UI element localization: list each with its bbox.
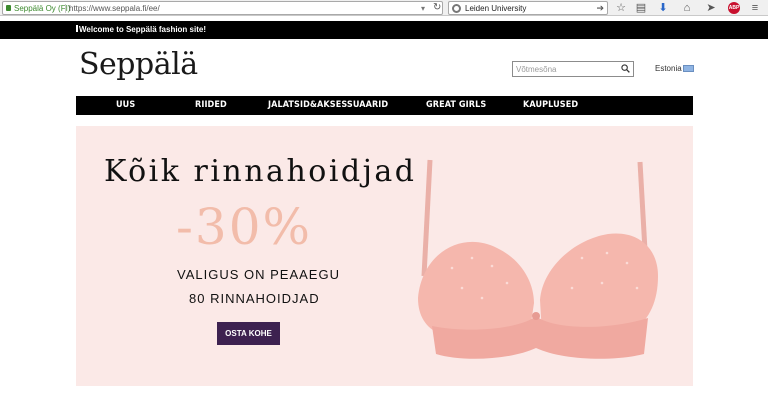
- discount-label: -30%: [176, 198, 313, 256]
- browser-search-text[interactable]: Leiden University: [465, 3, 526, 14]
- star-icon[interactable]: ☆: [614, 1, 628, 15]
- nav-item-great-girls[interactable]: GREAT GIRLS: [426, 96, 486, 115]
- send-icon[interactable]: ➤: [704, 1, 718, 15]
- nav-item-riided[interactable]: RIIDED: [195, 96, 227, 115]
- hero-subline-2: 80 RINNAHOIDJAD: [189, 291, 320, 306]
- announcement-bar: Welcome to Seppälä fashion site!: [0, 21, 768, 39]
- dropdown-arrow-icon[interactable]: ▾: [421, 3, 425, 14]
- site-logo[interactable]: Seppälä: [79, 46, 198, 84]
- exclamation-icon: [76, 25, 78, 32]
- reading-list-icon[interactable]: ▤: [634, 1, 648, 15]
- download-icon[interactable]: ⬇: [656, 1, 670, 15]
- country-selector[interactable]: Estonia: [655, 63, 682, 75]
- nav-item-kauplused[interactable]: KAUPLUSED: [523, 96, 578, 115]
- reload-icon[interactable]: ↻: [433, 2, 441, 14]
- hero-headline: Kõik rinnahoidjad: [104, 154, 417, 189]
- site-search: [512, 61, 634, 77]
- announcement-text: Welcome to Seppälä fashion site!: [79, 25, 206, 34]
- browser-toolbar: Seppälä Oy (FI) https://www.seppala.fi/e…: [0, 0, 768, 16]
- address-bar[interactable]: Seppälä Oy (FI) https://www.seppala.fi/e…: [2, 1, 443, 15]
- site-identity[interactable]: Seppälä Oy (FI): [14, 3, 70, 14]
- search-engine-icon[interactable]: [452, 4, 461, 13]
- menu-icon[interactable]: ≡: [748, 1, 762, 15]
- main-nav: UUS RIIDED JALATSID&AKSESSUAARID GREAT G…: [76, 96, 693, 115]
- url-text[interactable]: https://www.seppala.fi/ee/: [69, 3, 160, 14]
- shop-now-button[interactable]: OSTA KOHE: [217, 322, 280, 345]
- nav-item-jalatsid[interactable]: JALATSID&AKSESSUAARID: [268, 96, 388, 115]
- go-icon[interactable]: ➔: [596, 2, 604, 14]
- search-input[interactable]: [516, 63, 616, 75]
- bra-product-image[interactable]: [412, 158, 664, 368]
- nav-item-uus[interactable]: UUS: [116, 96, 135, 115]
- hero-banner[interactable]: Kõik rinnahoidjad -30% VALIGUS ON PEAAEG…: [76, 126, 693, 386]
- lock-icon[interactable]: [6, 5, 11, 11]
- adblock-icon[interactable]: ABP: [728, 2, 740, 14]
- browser-search-bar[interactable]: Leiden University ➔: [448, 1, 608, 15]
- flag-icon[interactable]: [683, 65, 694, 72]
- hero-subline-1: VALIGUS ON PEAAEGU: [177, 267, 340, 282]
- search-icon[interactable]: [621, 64, 630, 73]
- home-icon[interactable]: ⌂: [680, 1, 694, 15]
- url-separator: [65, 4, 66, 13]
